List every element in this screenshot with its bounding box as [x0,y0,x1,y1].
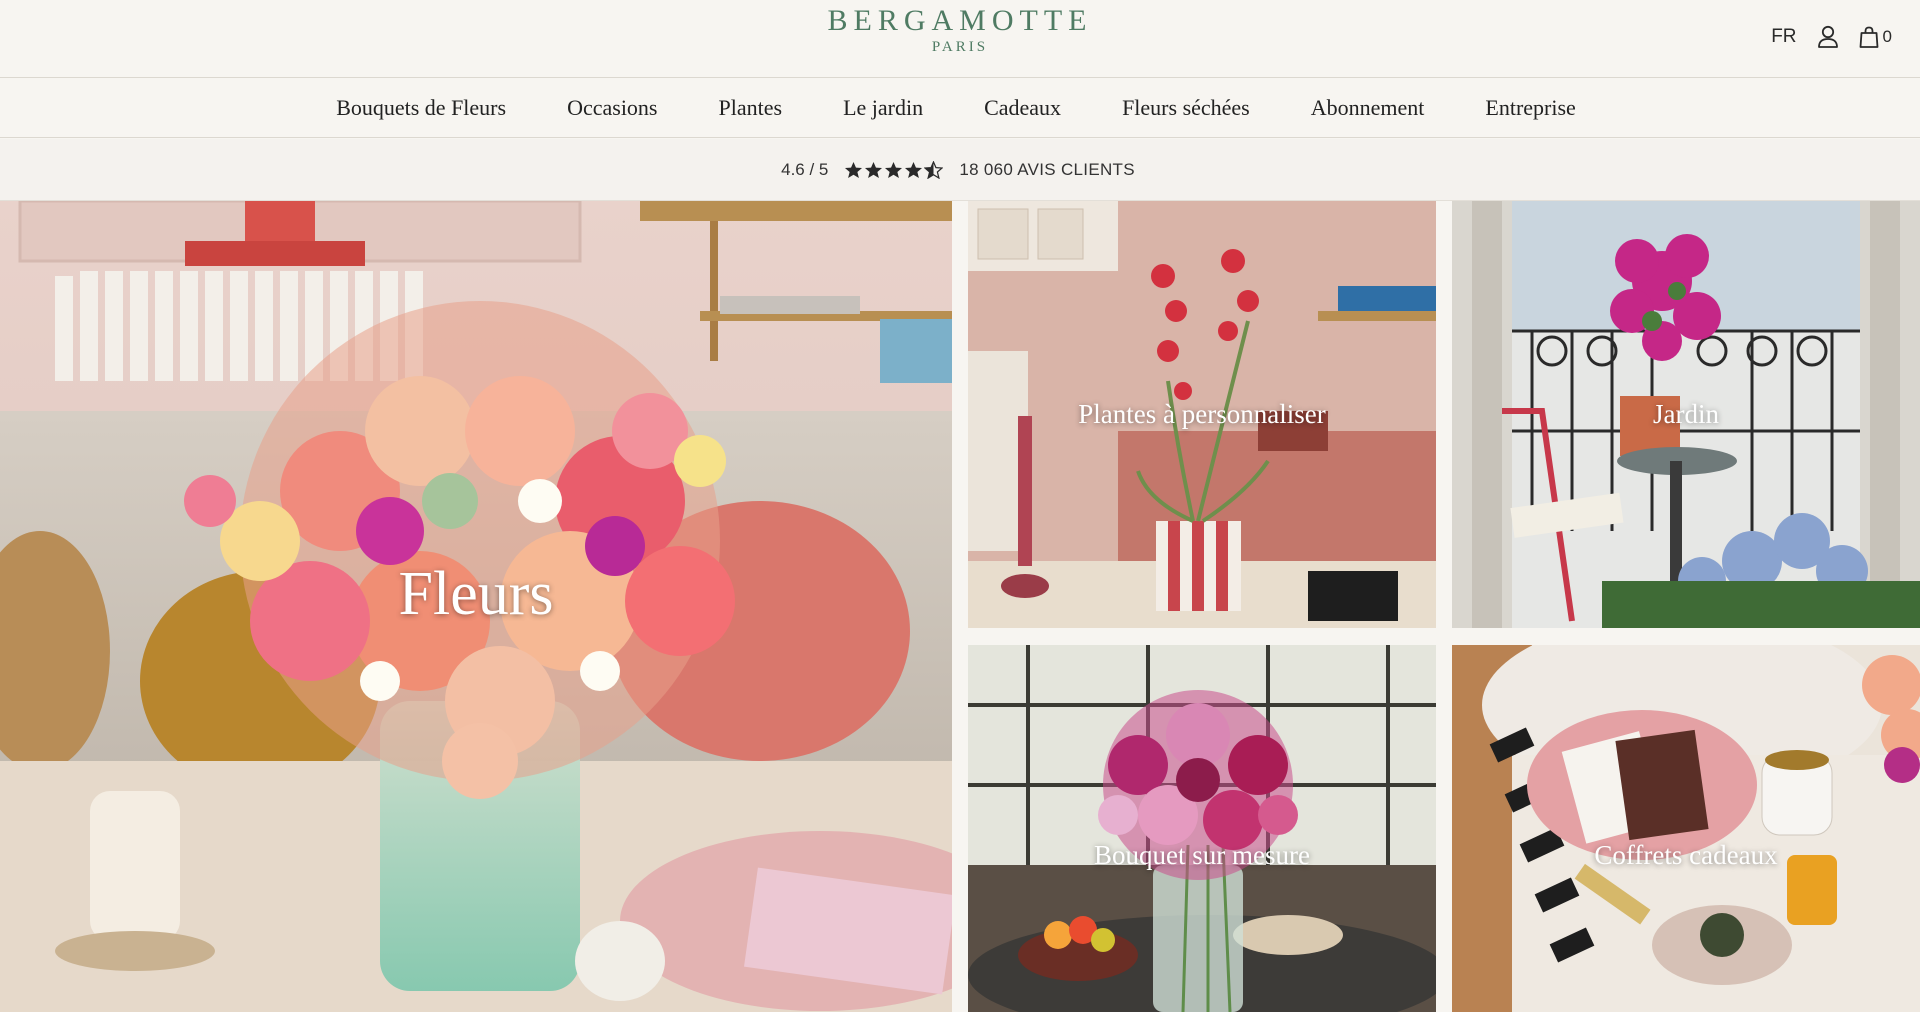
reviews-bar[interactable]: 4.6 / 5 18 060 AVIS CLIENTS [0,139,1920,201]
rating-stars [844,160,944,179]
star-icon [905,161,923,178]
review-count: 18 060 AVIS CLIENTS [959,159,1135,179]
category-tile-fleurs[interactable]: Fleurs [0,201,952,1012]
brand-city: PARIS [931,39,989,55]
brand-logo[interactable]: BERGAMOTTE PARIS [0,4,1920,56]
custom-bouquet-image [968,645,1436,1012]
category-tile-plantes[interactable]: Plantes à personnaliser [968,201,1436,628]
category-tile-coffrets[interactable]: Coffrets cadeaux [1452,645,1920,1012]
cart-count: 0 [1882,27,1892,46]
bag-icon [1859,26,1878,48]
rating-score: 4.6 / 5 [781,159,829,179]
nav-item-fleurs-sechees[interactable]: Fleurs séchées [1122,95,1250,121]
tile-label-plantes: Plantes à personnaliser [1078,399,1326,429]
cart-button[interactable]: 0 [1859,26,1892,48]
site-header: BERGAMOTTE PARIS FR 0 [0,0,1920,78]
nav-item-entreprise[interactable]: Entreprise [1485,95,1575,121]
nav-item-abonnement[interactable]: Abonnement [1311,95,1425,121]
tile-label-coffrets: Coffrets cadeaux [1594,840,1778,870]
tile-label-bouquet: Bouquet sur mesure [1094,840,1310,870]
nav-item-occasions[interactable]: Occasions [567,95,657,121]
star-icon [865,161,883,178]
tile-label-jardin: Jardin [1653,399,1719,429]
main-navigation: Bouquets de Fleurs Occasions Plantes Le … [0,78,1920,138]
nav-item-le-jardin[interactable]: Le jardin [843,95,923,121]
account-button[interactable] [1817,25,1839,49]
nav-item-cadeaux[interactable]: Cadeaux [984,95,1061,121]
tile-label-fleurs: Fleurs [398,560,554,628]
nav-item-plantes[interactable]: Plantes [719,95,783,121]
user-icon [1817,25,1838,48]
star-icon [845,161,863,178]
header-utilities: FR 0 [1771,22,1892,52]
brand-name[interactable]: BERGAMOTTE [828,4,1093,38]
gift-box-image [1452,645,1920,1012]
star-half-icon [924,160,944,179]
language-switch[interactable]: FR [1771,26,1796,48]
category-tile-jardin[interactable]: Jardin [1452,201,1920,628]
category-tile-bouquet[interactable]: Bouquet sur mesure [968,645,1436,1012]
star-icon [885,161,903,178]
nav-item-bouquets[interactable]: Bouquets de Fleurs [336,95,506,121]
